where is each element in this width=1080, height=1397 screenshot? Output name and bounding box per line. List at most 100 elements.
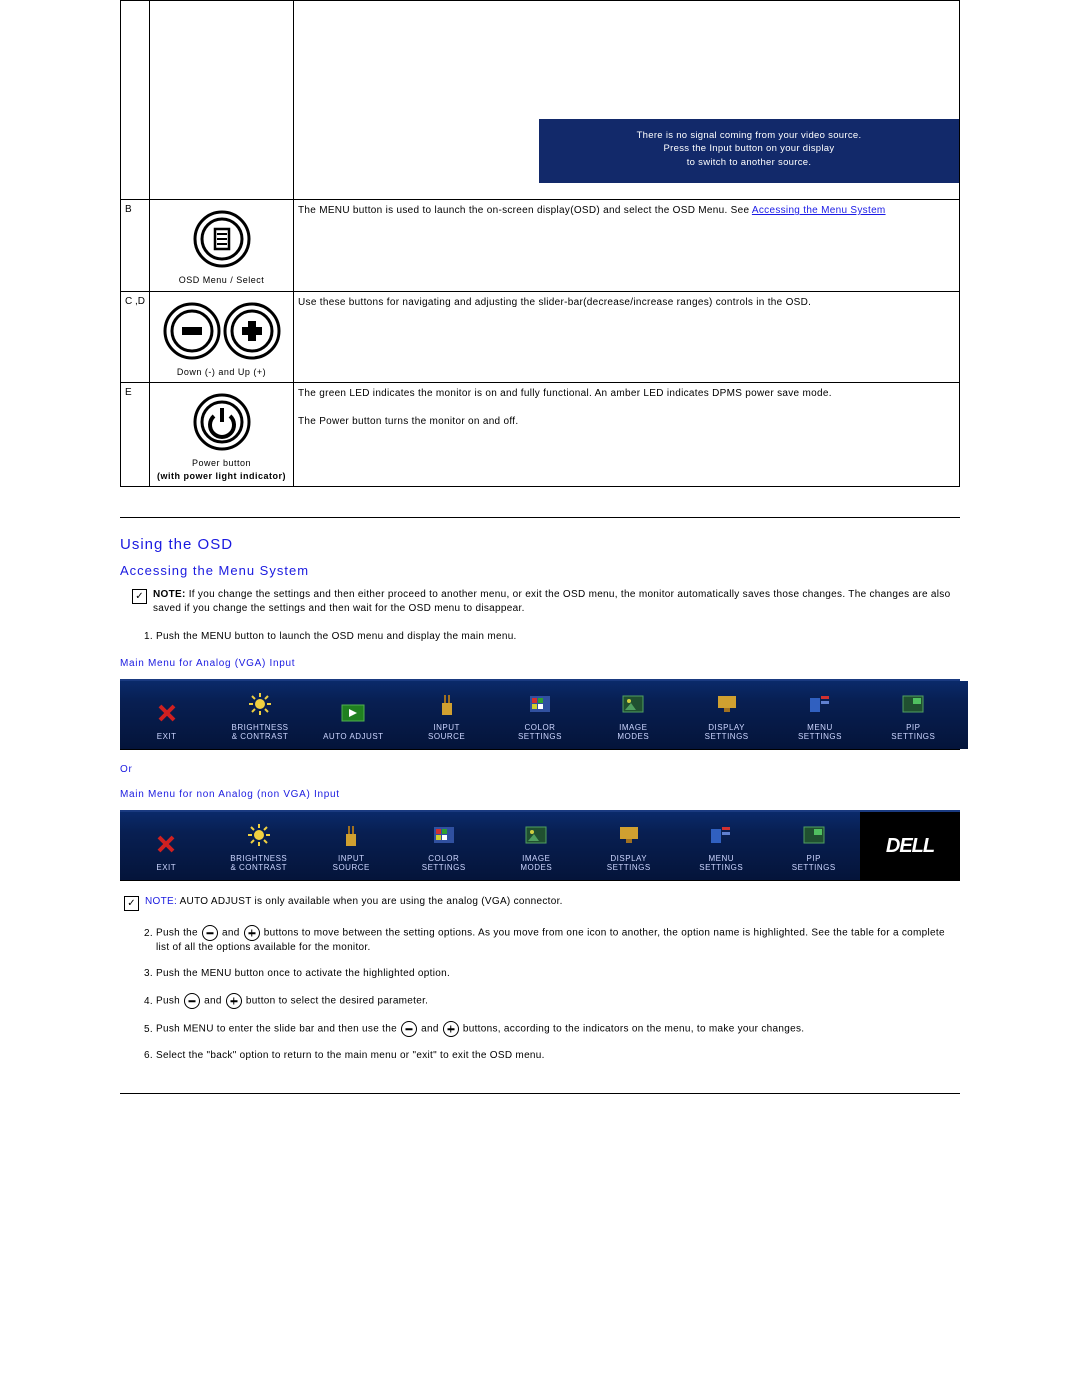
osd-input-l1: INPUT	[433, 723, 460, 732]
input-source-icon	[344, 824, 358, 846]
osd-item-display-2[interactable]: DISPLAYSETTINGS	[583, 819, 676, 881]
exit-icon	[156, 834, 176, 854]
osd-item-pip[interactable]: PIPSETTINGS	[867, 688, 960, 750]
osd-brightness-l1-2: BRIGHTNESS	[230, 854, 287, 863]
step-4: Push and button to select the desired pa…	[156, 993, 960, 1009]
image-modes-icon	[622, 695, 644, 713]
row-e-caption1: Power button	[192, 458, 251, 468]
osd-display-l1: DISPLAY	[708, 723, 745, 732]
osd-item-color[interactable]: COLORSETTINGS	[493, 688, 586, 750]
button-table: There is no signal coming from your vide…	[120, 0, 960, 487]
row-b-label: B	[121, 200, 150, 292]
osd-color-l2: SETTINGS	[518, 732, 562, 741]
step-4b: and	[201, 996, 225, 1007]
color-settings-icon	[529, 695, 551, 713]
osd-brightness-l2: & CONTRAST	[232, 732, 289, 741]
steps-list: Push the MENU button to launch the OSD m…	[120, 630, 960, 644]
osd-item-color-2[interactable]: COLORSETTINGS	[398, 819, 491, 881]
osd-item-exit[interactable]: EXIT	[120, 697, 213, 750]
step-2c: buttons to move between the setting opti…	[156, 928, 945, 953]
osd-image-l2-2: MODES	[520, 863, 552, 872]
step-2: Push the and buttons to move between the…	[156, 925, 960, 955]
menu-button-icon	[192, 209, 252, 269]
accessing-subheading: Accessing the Menu System	[120, 563, 960, 578]
osd-display-l2: SETTINGS	[705, 732, 749, 741]
osd-item-image-2[interactable]: IMAGEMODES	[490, 819, 583, 881]
osd-image-l1-2: IMAGE	[522, 854, 550, 863]
plus-button-icon	[244, 925, 260, 941]
osd-item-pip-2[interactable]: PIPSETTINGS	[768, 819, 861, 881]
image-modes-icon	[525, 826, 547, 844]
osd-menu-l2-2: SETTINGS	[699, 863, 743, 872]
note-2-text: NOTE: AUTO ADJUST is only available when…	[145, 895, 563, 909]
osd-item-menu[interactable]: MENUSETTINGS	[773, 688, 866, 750]
osd-brightness-l1: BRIGHTNESS	[231, 723, 288, 732]
minus-button-icon	[202, 925, 218, 941]
no-signal-line3: to switch to another source.	[687, 157, 812, 168]
row-e-desc1: The green LED indicates the monitor is o…	[298, 388, 832, 399]
osd-item-display[interactable]: DISPLAYSETTINGS	[680, 688, 773, 750]
row-e-caption2: (with power light indicator)	[157, 471, 286, 481]
page-container: There is no signal coming from your vide…	[0, 0, 1080, 1152]
plus-button-icon	[226, 993, 242, 1009]
no-signal-line2: Press the Input button on your display	[664, 143, 835, 154]
brightness-icon	[249, 693, 271, 715]
row-cd-label: C ,D	[121, 291, 150, 383]
step-5c: buttons, according to the indicators on …	[460, 1024, 805, 1035]
row-b-image-cell: OSD Menu / Select	[150, 200, 294, 292]
menu-settings-icon	[809, 695, 831, 713]
osd-menu-analog: EXIT BRIGHTNESS& CONTRAST AUTO ADJUST IN…	[120, 679, 960, 750]
osd-item-image[interactable]: IMAGEMODES	[587, 688, 680, 750]
table-row-b: B OSD Menu / Select The MENU button is u…	[121, 200, 960, 292]
osd-pip-l1: PIP	[906, 723, 920, 732]
osd-color-l2-2: SETTINGS	[422, 863, 466, 872]
color-settings-icon	[433, 826, 455, 844]
row-e-image-cell: Power button (with power light indicator…	[150, 383, 294, 487]
osd-item-brightness[interactable]: BRIGHTNESS& CONTRAST	[213, 688, 306, 750]
row-b-desc: The MENU button is used to launch the on…	[294, 200, 960, 292]
osd-input-l1-2: INPUT	[338, 854, 365, 863]
note-2-body: AUTO ADJUST is only available when you a…	[177, 896, 563, 907]
osd-item-input-2[interactable]: INPUTSOURCE	[305, 819, 398, 881]
step-1: Push the MENU button to launch the OSD m…	[156, 630, 960, 644]
step-2b: and	[219, 928, 243, 939]
osd-item-input[interactable]: INPUTSOURCE	[400, 688, 493, 750]
osd-item-brightness-2[interactable]: BRIGHTNESS& CONTRAST	[213, 819, 306, 881]
osd-input-l2: SOURCE	[428, 732, 465, 741]
step-2a: Push the	[156, 928, 201, 939]
osd-menu-nonanalog: EXIT BRIGHTNESS& CONTRAST INPUTSOURCE CO…	[120, 810, 960, 881]
step-5: Push MENU to enter the slide bar and the…	[156, 1021, 960, 1037]
note-1-body: If you change the settings and then eith…	[153, 589, 950, 614]
row-cd-desc: Use these buttons for navigating and adj…	[294, 291, 960, 383]
dell-logo: DELL	[886, 835, 934, 858]
row-a-image-cell	[150, 1, 294, 200]
pip-settings-icon	[803, 826, 825, 844]
osd-item-autoadjust[interactable]: AUTO ADJUST	[307, 697, 400, 750]
step-4c: button to select the desired parameter.	[243, 996, 428, 1007]
row-e-desc: The green LED indicates the monitor is o…	[294, 383, 960, 487]
accessing-menu-link[interactable]: Accessing the Menu System	[752, 205, 886, 216]
note-1-label: NOTE:	[153, 589, 186, 600]
exit-icon	[157, 703, 177, 723]
input-source-icon	[440, 693, 454, 715]
osd-item-exit-2[interactable]: EXIT	[120, 828, 213, 881]
plus-button-icon	[443, 1021, 459, 1037]
osd-exit-label: EXIT	[157, 732, 177, 741]
osd-item-menu-2[interactable]: MENUSETTINGS	[675, 819, 768, 881]
row-cd-image-cell: Down (-) and Up (+)	[150, 291, 294, 383]
osd-right-stub	[960, 681, 968, 749]
note-2: ✓ NOTE: AUTO ADJUST is only available wh…	[124, 895, 960, 911]
display-settings-icon	[618, 825, 640, 845]
step-5a: Push MENU to enter the slide bar and the…	[156, 1024, 400, 1035]
no-signal-line1: There is no signal coming from your vide…	[637, 130, 862, 141]
osd-exit-label-2: EXIT	[156, 863, 176, 872]
row-b-caption: OSD Menu / Select	[179, 275, 265, 285]
row-a-desc: There is no signal coming from your vide…	[294, 1, 960, 200]
note-icon: ✓	[124, 896, 139, 911]
row-b-desc-prefix: The MENU button is used to launch the on…	[298, 205, 752, 216]
section-divider	[120, 517, 960, 518]
osd-image-l2: MODES	[617, 732, 649, 741]
osd-color-l1-2: COLOR	[428, 854, 459, 863]
table-row-cd: C ,D Down (-) and Up (+) Use these butto…	[121, 291, 960, 383]
row-a-label	[121, 1, 150, 200]
